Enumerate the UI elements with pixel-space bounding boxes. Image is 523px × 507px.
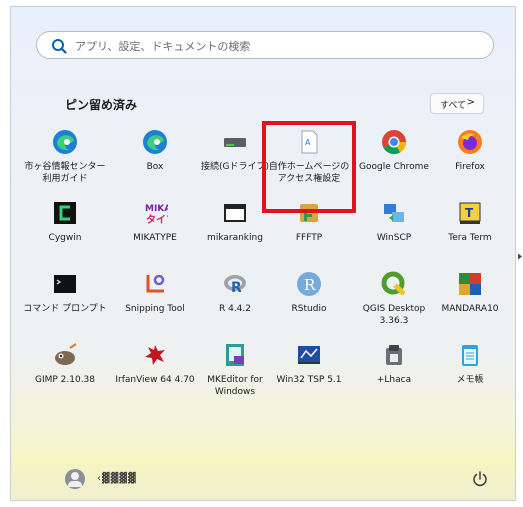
svg-text:MIKA: MIKA: [145, 204, 168, 214]
app-label: Snipping Tool: [125, 304, 185, 314]
app-label: Box: [146, 162, 164, 172]
winscp-icon: [384, 204, 404, 222]
edge-icon: [53, 130, 77, 154]
mandara-icon: [459, 273, 481, 295]
app-label: QGIS Desktop 3.36.3: [362, 304, 426, 326]
app-label: FFFTP: [295, 233, 323, 243]
highlight-box: [262, 121, 356, 213]
app-label: Win32 TSP 5.1: [276, 375, 342, 385]
app-tile[interactable]: R RStudio: [265, 271, 353, 335]
lhaca-icon: [386, 345, 402, 365]
chrome-icon: [382, 130, 406, 155]
app-tile[interactable]: Firefox: [426, 129, 514, 193]
chevron-right-icon[interactable]: [518, 253, 522, 260]
pinned-heading: ピン留め済み: [65, 98, 138, 112]
start-menu: アプリ、設定、ドキュメントの検索 ピン留め済み すべて > 市ヶ谷情報センター利…: [10, 6, 516, 501]
app-label: Google Chrome: [359, 162, 429, 172]
power-icon[interactable]: [471, 470, 489, 488]
app-label: MIKATYPE: [133, 233, 177, 243]
search-placeholder: アプリ、設定、ドキュメントの検索: [75, 40, 251, 53]
app-label: 市ヶ谷情報センター 利用ガイド: [24, 162, 106, 184]
svg-text:T: T: [465, 206, 474, 220]
drive-icon: [224, 138, 246, 147]
mikatype-icon: MIKA タイプ: [145, 204, 168, 226]
app-tile[interactable]: IrfanView 64 4.70: [111, 342, 199, 406]
app-label: IrfanView 64 4.70: [115, 375, 195, 385]
app-tile[interactable]: GIMP 2.10.38: [21, 342, 109, 406]
app-tile[interactable]: MIKA タイプ MIKATYPE: [111, 200, 199, 264]
app-label: GIMP 2.10.38: [34, 375, 96, 385]
snipping-icon: [146, 274, 165, 293]
app-tile[interactable]: QGIS Desktop 3.36.3: [350, 271, 438, 335]
app-tile[interactable]: MANDARA10: [426, 271, 514, 335]
app-label: +Lhaca: [376, 375, 412, 385]
svg-text:R: R: [304, 276, 316, 294]
search-icon: [52, 39, 67, 54]
app-tile[interactable]: Google Chrome: [350, 129, 438, 193]
avatar[interactable]: [65, 469, 85, 489]
edge-icon: [143, 130, 167, 154]
app-label: Cygwin: [48, 233, 82, 243]
gimp-icon: [55, 343, 77, 365]
svg-text:R: R: [231, 280, 242, 296]
search-box[interactable]: アプリ、設定、ドキュメントの検索: [36, 31, 494, 59]
app-tile[interactable]: WinSCP: [350, 200, 438, 264]
r-icon: R: [224, 275, 246, 296]
app-label: メモ帳: [456, 375, 484, 385]
notepad-icon: [462, 345, 478, 366]
window-icon: [224, 204, 246, 222]
tsp-icon: [298, 346, 320, 364]
mkeditor-icon: [226, 344, 244, 366]
app-tile[interactable]: 市ヶ谷情報センター 利用ガイド: [21, 129, 109, 193]
cmd-icon: [54, 275, 76, 293]
svg-text:タイプ: タイプ: [146, 213, 168, 226]
app-label: MANDARA10: [441, 304, 499, 314]
cygwin-icon: [54, 202, 76, 224]
app-label: Tera Term: [448, 233, 492, 243]
app-tile[interactable]: Snipping Tool: [111, 271, 199, 335]
qgis-icon: [381, 271, 406, 296]
chevron-right-icon: >: [466, 97, 475, 108]
app-label: Firefox: [455, 162, 485, 172]
app-tile[interactable]: Box: [111, 129, 199, 193]
all-apps-label: すべて: [440, 101, 467, 111]
app-label: RStudio: [291, 304, 327, 314]
app-tile[interactable]: Win32 TSP 5.1: [265, 342, 353, 406]
irfanview-icon: [145, 345, 165, 365]
rstudio-icon: R: [297, 272, 321, 296]
app-tile[interactable]: コマンド プロンプト: [21, 271, 109, 335]
teraterm-icon: T: [459, 202, 481, 224]
app-tile[interactable]: Cygwin: [21, 200, 109, 264]
app-tile[interactable]: +Lhaca: [350, 342, 438, 406]
firefox-icon: [458, 130, 482, 154]
app-tile[interactable]: メモ帳: [426, 342, 514, 406]
app-label: コマンド プロンプト: [23, 304, 107, 314]
app-label: WinSCP: [376, 233, 412, 243]
user-name[interactable]: ‹▓▓▓▓: [97, 473, 137, 484]
app-tile[interactable]: T Tera Term: [426, 200, 514, 264]
all-apps-button[interactable]: すべて >: [430, 93, 484, 114]
